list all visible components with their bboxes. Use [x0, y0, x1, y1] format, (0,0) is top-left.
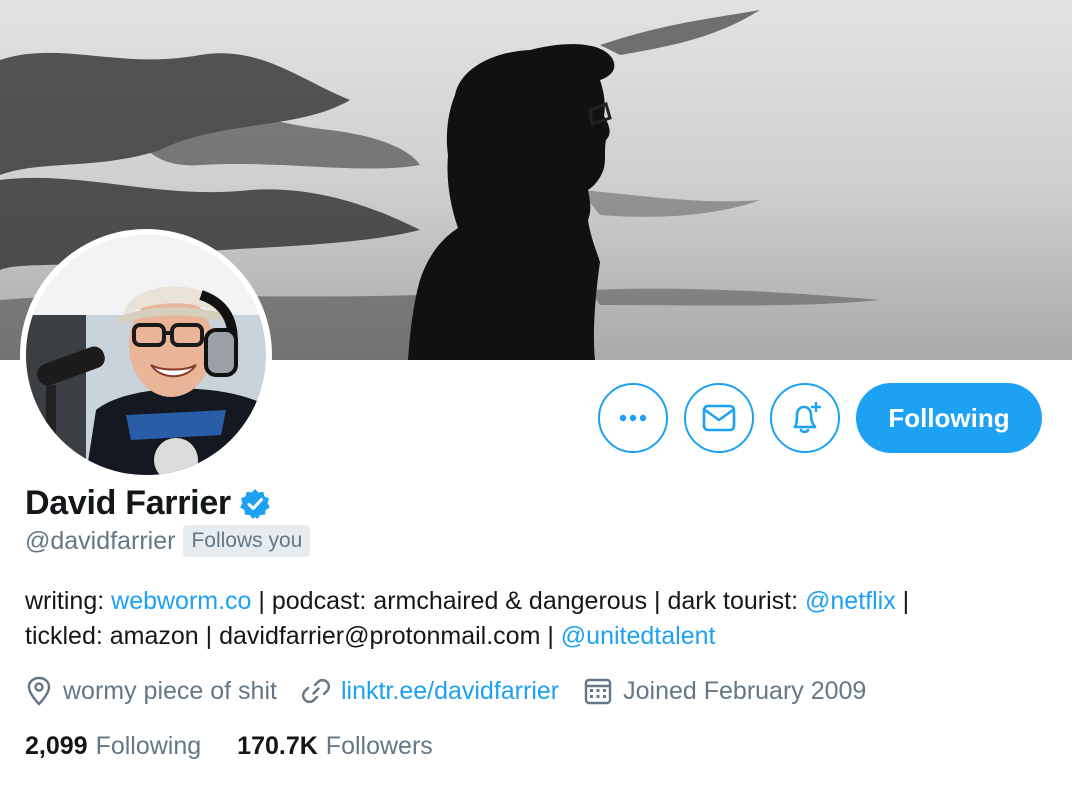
calendar-icon: [584, 678, 612, 705]
bio-mention-netflix[interactable]: @netflix: [805, 587, 896, 615]
following-button[interactable]: Following: [856, 383, 1042, 453]
follows-you-badge: Follows you: [183, 525, 311, 557]
bio-link-webworm[interactable]: webworm.co: [111, 587, 251, 615]
profile-stats: 2,099 Following 170.7K Followers: [25, 732, 469, 761]
bio-text: writing:: [25, 587, 112, 615]
bio-mention-unitedtalent[interactable]: @unitedtalent: [561, 622, 716, 650]
following-count: 2,099: [25, 732, 88, 760]
website-link[interactable]: linktr.ee/davidfarrier: [341, 677, 559, 706]
followers-label: Followers: [325, 732, 433, 760]
more-dots-icon: [619, 414, 647, 422]
handle: @davidfarrier: [25, 526, 176, 555]
profile-location: wormy piece of shit: [25, 676, 277, 706]
following-stat[interactable]: 2,099 Following: [25, 732, 201, 761]
following-label: Following: [95, 732, 202, 760]
bio-line-2: tickled: amazon | davidfarrier@protonmai…: [25, 619, 1055, 654]
envelope-icon: [702, 404, 736, 432]
followers-stat[interactable]: 170.7K Followers: [237, 732, 433, 761]
avatar-image: [26, 235, 266, 475]
notifications-button[interactable]: [770, 383, 840, 453]
profile-website[interactable]: linktr.ee/davidfarrier: [301, 676, 559, 706]
link-icon: [301, 678, 331, 704]
bio-text: | podcast: armchaired & dangerous | dark…: [251, 587, 806, 615]
profile-meta-row: wormy piece of shit linktr.ee/davidfarri…: [25, 676, 890, 706]
bell-plus-icon: [793, 402, 821, 434]
message-button[interactable]: [684, 383, 754, 453]
joined-text: Joined February 2009: [623, 676, 867, 705]
bio-text: tickled: amazon | davidfarrier@protonmai…: [25, 622, 561, 650]
profile-name-row: David Farrier: [25, 484, 271, 523]
bio-line-1: writing: webworm.co | podcast: armchaire…: [25, 584, 1055, 619]
profile-avatar[interactable]: [20, 229, 272, 481]
location-text: wormy piece of shit: [63, 676, 277, 705]
profile-bio: writing: webworm.co | podcast: armchaire…: [25, 584, 1055, 654]
profile-joined: Joined February 2009: [583, 676, 866, 706]
display-name: David Farrier: [25, 484, 231, 522]
location-pin-icon: [27, 676, 51, 706]
verified-badge-icon: [240, 488, 270, 519]
more-options-button[interactable]: [598, 383, 668, 453]
bio-text: |: [895, 587, 910, 615]
followers-count: 170.7K: [237, 732, 318, 760]
profile-handle-row: @davidfarrier Follows you: [25, 525, 311, 557]
